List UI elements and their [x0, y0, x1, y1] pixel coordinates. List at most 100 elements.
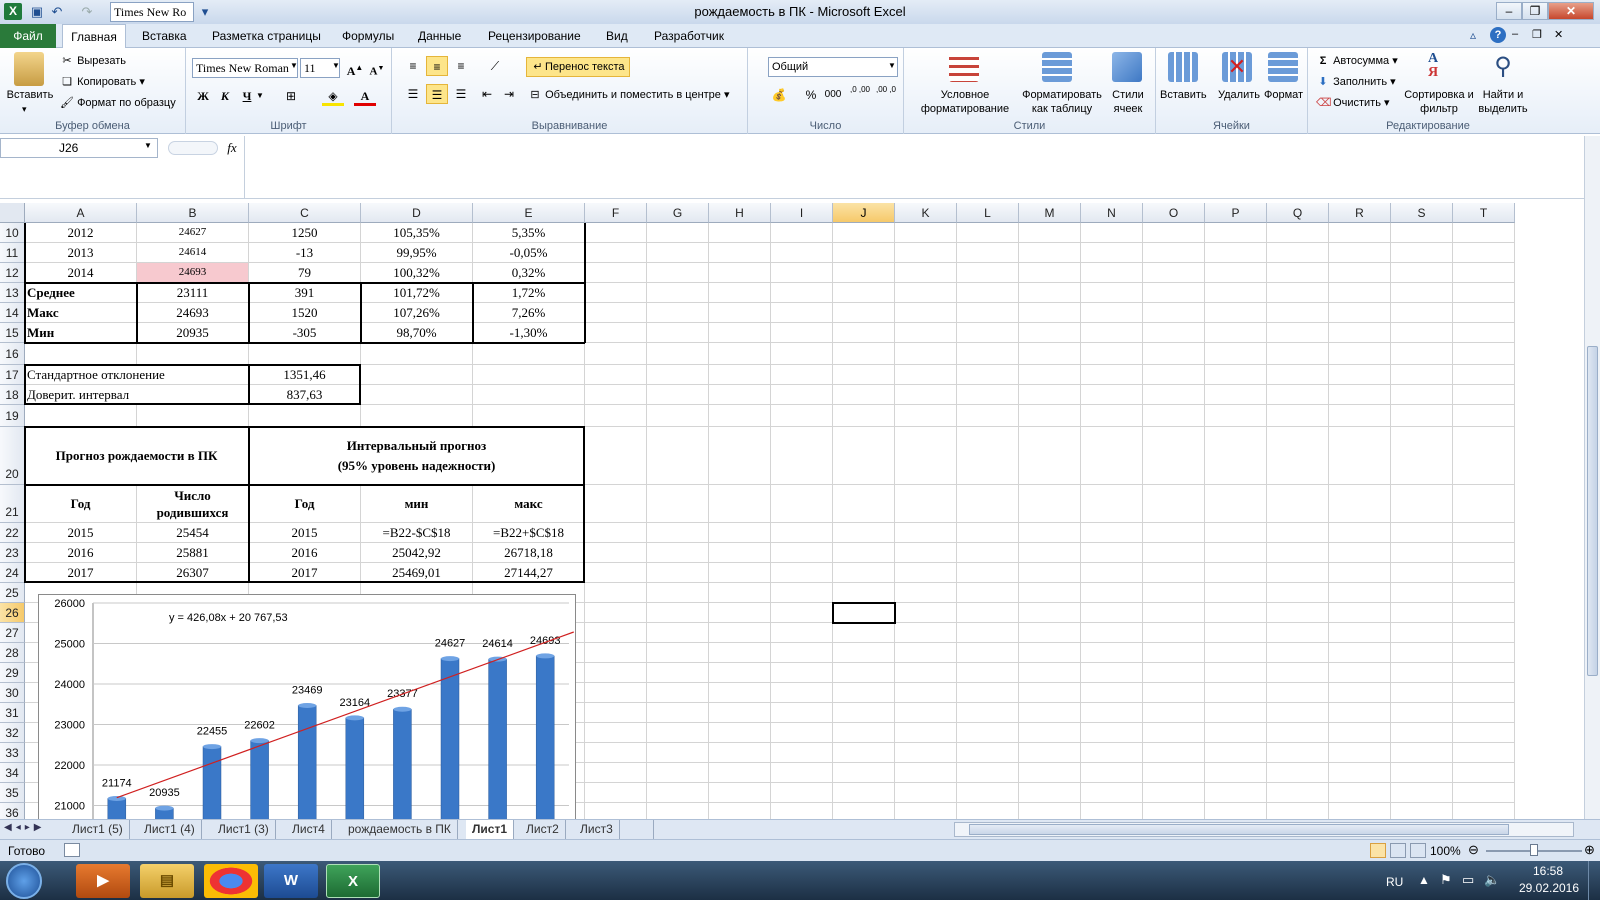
sheet-tab[interactable]: Лист2: [520, 820, 566, 839]
grid-cell[interactable]: [361, 343, 473, 365]
grid-cell[interactable]: [585, 643, 647, 663]
grid-cell[interactable]: [709, 485, 771, 523]
cell-change[interactable]: -13: [249, 243, 361, 263]
sheet-tab[interactable]: Лист1 (4): [138, 820, 202, 839]
grid-cell[interactable]: [895, 283, 957, 303]
grid-cell[interactable]: [1267, 783, 1329, 803]
grid-cell[interactable]: [895, 803, 957, 819]
grid-cell[interactable]: [771, 703, 833, 723]
grid-cell[interactable]: [833, 783, 895, 803]
shrink-font-icon[interactable]: A▼: [366, 58, 388, 78]
grid-cell[interactable]: [833, 343, 895, 365]
grid-cell[interactable]: [833, 283, 895, 303]
grid-cell[interactable]: [709, 523, 771, 543]
show-desktop-button[interactable]: [1588, 861, 1600, 900]
grid-cell[interactable]: [771, 283, 833, 303]
close-button[interactable]: ✕: [1548, 2, 1594, 20]
grid-cell[interactable]: [1391, 643, 1453, 663]
grid-cell[interactable]: [1143, 303, 1205, 323]
grid-cell[interactable]: [1329, 323, 1391, 343]
grid-cell[interactable]: [1267, 743, 1329, 763]
grid-cell[interactable]: [1267, 543, 1329, 563]
grid-cell[interactable]: [1143, 323, 1205, 343]
grid-cell[interactable]: [895, 783, 957, 803]
grid-cell[interactable]: [25, 405, 137, 427]
row-header-11[interactable]: 11: [0, 243, 25, 263]
grid-cell[interactable]: [957, 405, 1019, 427]
selected-cell-j26[interactable]: [832, 602, 896, 624]
grid-cell[interactable]: [895, 563, 957, 583]
grid-cell[interactable]: [1205, 683, 1267, 703]
grid-cell[interactable]: [1205, 703, 1267, 723]
grid-cell[interactable]: [647, 427, 709, 485]
grid-cell[interactable]: [1143, 405, 1205, 427]
grid-cell[interactable]: [361, 385, 473, 405]
forecast-births[interactable]: 25454: [137, 523, 249, 543]
tab-data[interactable]: Данные: [414, 24, 465, 48]
percent-button[interactable]: %: [800, 85, 822, 105]
grid-cell[interactable]: [1205, 323, 1267, 343]
grid-cell[interactable]: [1391, 365, 1453, 385]
grid-cell[interactable]: [1453, 603, 1515, 623]
grid-cell[interactable]: [1081, 303, 1143, 323]
grid-cell[interactable]: [1267, 243, 1329, 263]
grid-cell[interactable]: [1453, 663, 1515, 683]
grid-cell[interactable]: [647, 243, 709, 263]
sheet-tab[interactable]: Лист1 (3): [212, 820, 276, 839]
grid-cell[interactable]: [473, 365, 585, 385]
grid-cell[interactable]: [1143, 523, 1205, 543]
grid-cell[interactable]: [957, 243, 1019, 263]
grid-cell[interactable]: [1143, 385, 1205, 405]
grid-cell[interactable]: [1329, 223, 1391, 243]
grid-cell[interactable]: [1329, 623, 1391, 643]
tab-review[interactable]: Рецензирование: [484, 24, 585, 48]
grid-cell[interactable]: [1081, 385, 1143, 405]
formula-input[interactable]: [244, 136, 1584, 198]
grid-cell[interactable]: [833, 485, 895, 523]
grid-cell[interactable]: [1143, 803, 1205, 819]
cell-stat-births[interactable]: 23111: [137, 283, 249, 303]
doc-restore-icon[interactable]: ❐: [1532, 28, 1542, 41]
std-deviation-label[interactable]: Стандартное отклонение: [25, 365, 249, 385]
grid-cell[interactable]: [647, 723, 709, 743]
find-select-button[interactable]: Найти и выделить: [1472, 88, 1534, 116]
grid-cell[interactable]: [1081, 583, 1143, 603]
grid-cell[interactable]: [1205, 427, 1267, 485]
column-header-l[interactable]: L: [957, 203, 1019, 223]
tray-expand-icon[interactable]: ▲: [1418, 873, 1430, 887]
grid-cell[interactable]: [1267, 303, 1329, 323]
grid-cell[interactable]: [585, 343, 647, 365]
grid-cell[interactable]: [1329, 365, 1391, 385]
row-header-21[interactable]: 21: [0, 485, 25, 523]
cell-increase-rate[interactable]: 0,32%: [473, 263, 585, 283]
grid-cell[interactable]: [1081, 283, 1143, 303]
grid-cell[interactable]: [1205, 743, 1267, 763]
grid-cell[interactable]: [895, 343, 957, 365]
grid-cell[interactable]: [1329, 563, 1391, 583]
row-header-18[interactable]: 18: [0, 385, 25, 405]
grid-cell[interactable]: [1019, 723, 1081, 743]
align-center-icon[interactable]: ☰: [426, 84, 448, 104]
grid-cell[interactable]: [957, 385, 1019, 405]
grid-cell[interactable]: [1019, 743, 1081, 763]
grid-cell[interactable]: [1019, 223, 1081, 243]
column-header-n[interactable]: N: [1081, 203, 1143, 223]
align-middle-icon[interactable]: ≡: [426, 56, 448, 76]
grid-cell[interactable]: [957, 683, 1019, 703]
row-header-34[interactable]: 34: [0, 763, 25, 783]
grid-cell[interactable]: [1019, 623, 1081, 643]
grid-cell[interactable]: [1019, 663, 1081, 683]
help-icon[interactable]: ?: [1490, 27, 1506, 43]
grid-cell[interactable]: [833, 703, 895, 723]
zoom-level[interactable]: 100%: [1430, 844, 1461, 858]
forecast-year[interactable]: 2015: [25, 523, 137, 543]
column-header-a[interactable]: A: [25, 203, 137, 223]
grid-cell[interactable]: [957, 263, 1019, 283]
grid-cell[interactable]: [957, 283, 1019, 303]
grid-cell[interactable]: [1143, 583, 1205, 603]
confidence-interval-label[interactable]: Доверит. интервал: [25, 385, 249, 405]
grid-cell[interactable]: [895, 263, 957, 283]
start-button[interactable]: [6, 863, 42, 899]
grid-cell[interactable]: [771, 243, 833, 263]
grid-cell[interactable]: [1019, 583, 1081, 603]
